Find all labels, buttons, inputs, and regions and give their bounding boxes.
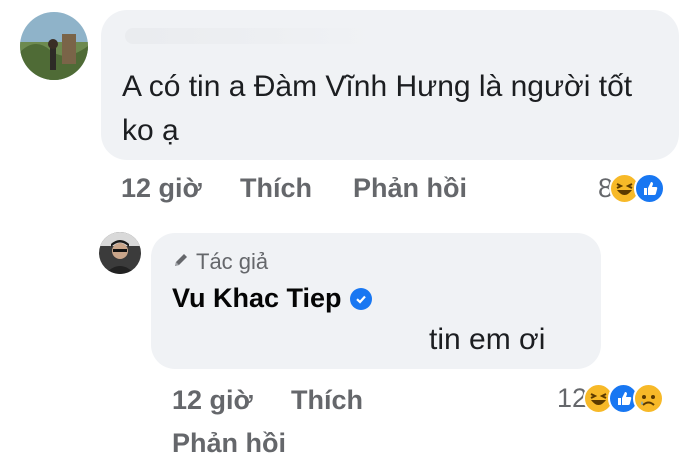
verified-badge-icon [349, 287, 372, 310]
sad-icon [633, 383, 665, 414]
comment-timestamp[interactable]: 12 giờ [121, 173, 202, 204]
reply-reaction-summary[interactable]: 12 [557, 383, 665, 414]
author-badge-label: Tác giả [196, 249, 269, 274]
reply-bubble: Tác giả Vu Khac Tiep tin em ơi [151, 233, 601, 369]
pencil-icon [172, 249, 190, 275]
author-avatar[interactable] [99, 232, 141, 274]
author-badge: Tác giả [172, 249, 268, 275]
reply-button[interactable]: Phản hồi [353, 173, 467, 204]
author-name-text[interactable]: Vu Khac Tiep [172, 283, 342, 314]
like-button[interactable]: Thích [240, 173, 312, 204]
commenter-avatar[interactable] [20, 12, 88, 80]
reaction-summary[interactable]: 8 [598, 173, 666, 204]
blurred-commenter-name [125, 28, 375, 44]
reply-text: tin em ơi [429, 323, 546, 356]
comment-bubble: A có tin a Đàm Vĩnh Hưng là người tốt ko… [101, 10, 679, 160]
reply-timestamp[interactable]: 12 giờ [172, 385, 253, 416]
like-icon [634, 173, 666, 204]
comment-text: A có tin a Đàm Vĩnh Hưng là người tốt ko… [122, 70, 633, 147]
author-name[interactable]: Vu Khac Tiep [172, 283, 372, 314]
reply-reply-button[interactable]: Phản hồi [172, 428, 286, 459]
reply-like-button[interactable]: Thích [291, 385, 363, 416]
